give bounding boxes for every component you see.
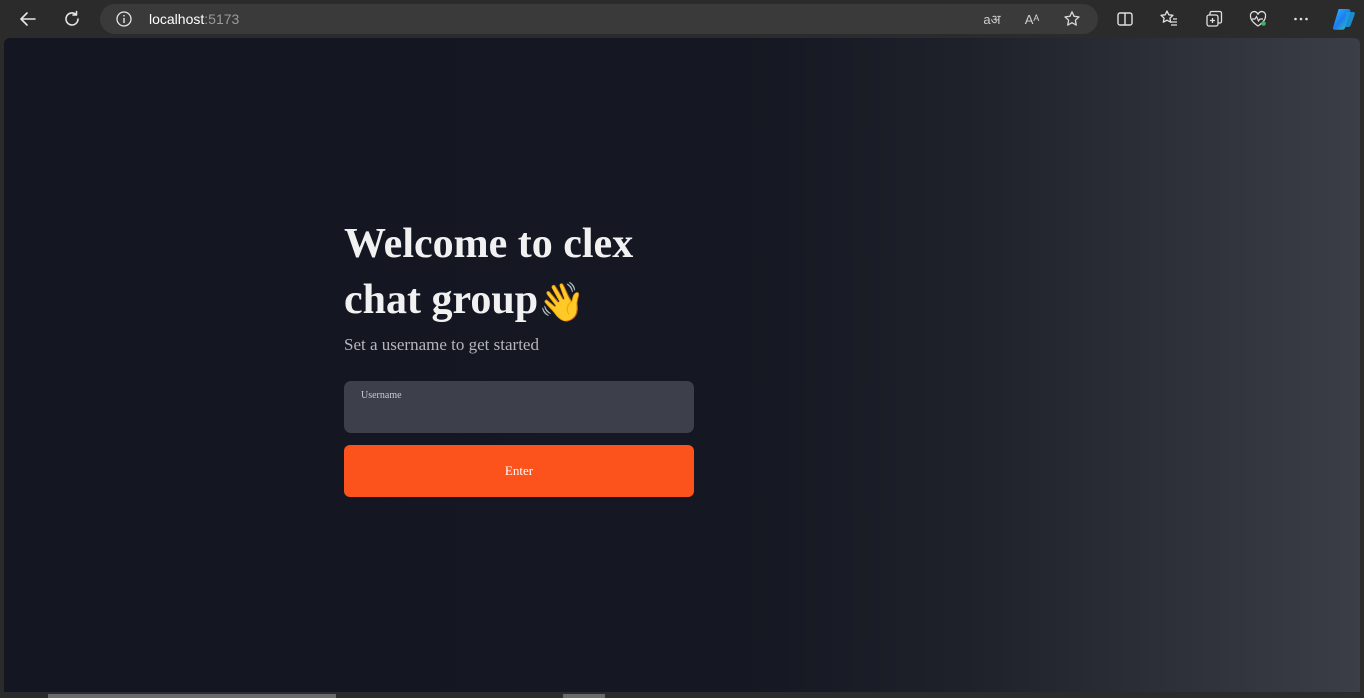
collections-button[interactable] (1203, 8, 1225, 30)
username-label: Username (361, 390, 402, 401)
browser-toolbar: localhost:5173 aअ Aᴬ (0, 0, 1364, 38)
read-aloud-icon: Aᴬ (1024, 11, 1040, 27)
split-screen-button[interactable] (1114, 8, 1136, 30)
url-host: localhost (149, 11, 205, 27)
read-aloud-button[interactable]: Aᴬ (1022, 9, 1042, 29)
waving-hand-icon: 👋 (538, 282, 586, 324)
browser-essentials-icon (1249, 10, 1267, 27)
star-icon (1064, 11, 1080, 26)
address-bar[interactable]: localhost:5173 aअ Aᴬ (100, 4, 1098, 34)
favorite-button[interactable] (1062, 9, 1082, 29)
url-port: :5173 (204, 11, 240, 27)
more-icon (1294, 17, 1308, 21)
favorites-button[interactable] (1158, 8, 1180, 30)
translate-button[interactable]: aअ (982, 9, 1002, 29)
browser-essentials-button[interactable] (1247, 8, 1269, 30)
refresh-icon (65, 10, 79, 26)
scrollbar-thumb-secondary[interactable] (563, 694, 605, 698)
title-line-2: chat group (344, 277, 539, 323)
enter-button[interactable]: Enter (344, 445, 694, 497)
scrollbar-thumb[interactable] (48, 694, 336, 698)
welcome-card: Welcome to clex chat group👋 Set a usernam… (344, 216, 694, 497)
back-button[interactable] (14, 5, 42, 33)
username-input[interactable] (358, 405, 684, 427)
page-subtitle: Set a username to get started (344, 335, 539, 354)
page-title: Welcome to clex chat group👋 (344, 216, 674, 328)
back-arrow-icon (20, 12, 36, 26)
split-screen-icon (1117, 12, 1133, 26)
copilot-icon (1332, 9, 1355, 30)
more-button[interactable] (1290, 8, 1312, 30)
username-field[interactable]: Username (344, 381, 694, 433)
page-viewport: Welcome to clex chat group👋 Set a usernam… (4, 38, 1360, 692)
info-icon[interactable] (116, 11, 132, 27)
favorites-icon (1160, 10, 1177, 26)
title-line-1: Welcome to clex (344, 221, 634, 267)
refresh-button[interactable] (58, 5, 86, 33)
collections-icon (1206, 10, 1223, 27)
copilot-button[interactable] (1331, 6, 1357, 32)
url-text[interactable]: localhost:5173 (149, 11, 239, 27)
translate-icon: aअ (983, 12, 1001, 27)
